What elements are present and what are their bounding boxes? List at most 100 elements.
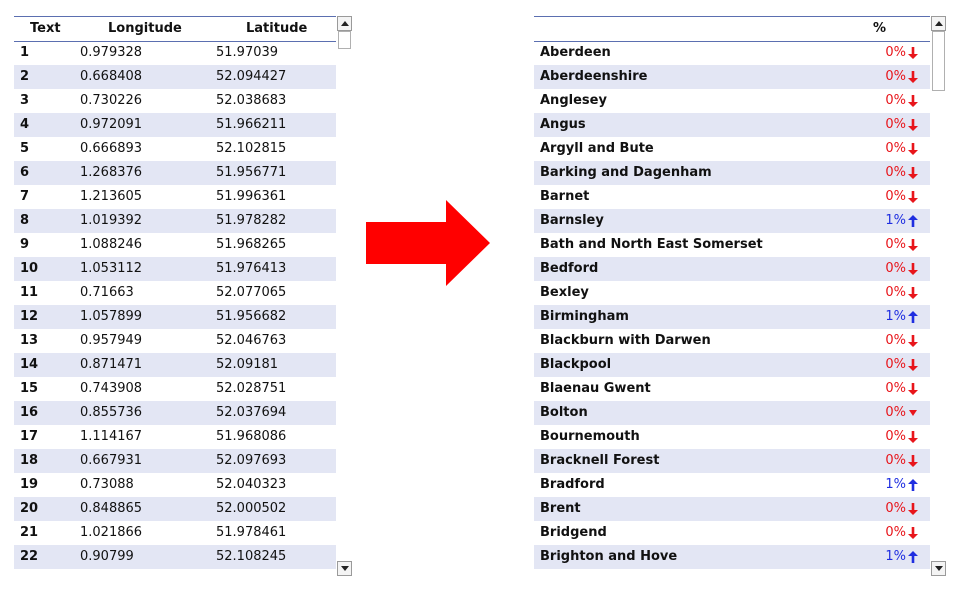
cell-text: 6	[20, 165, 30, 180]
table-row[interactable]: 11 0.71663 52.077065	[14, 281, 336, 305]
table-row[interactable]: Brent 0%	[534, 497, 930, 521]
percent-value: 0%	[885, 357, 906, 372]
table-row[interactable]: 4 0.972091 51.966211	[14, 113, 336, 137]
table-row[interactable]: 19 0.73088 52.040323	[14, 473, 336, 497]
header-latitude[interactable]: Latitude	[246, 21, 307, 36]
coordinates-table-scrollbar[interactable]	[337, 16, 352, 578]
table-row[interactable]: 16 0.855736 52.037694	[14, 401, 336, 425]
table-row[interactable]: 20 0.848865 52.000502	[14, 497, 336, 521]
header-percent[interactable]: %	[873, 21, 886, 36]
table-row[interactable]: 1 0.979328 51.97039	[14, 41, 336, 65]
table-row[interactable]: Aberdeen 0%	[534, 41, 930, 65]
table-row[interactable]: Bedford 0%	[534, 257, 930, 281]
cell-latitude: 51.978282	[216, 213, 287, 228]
trend-arrow-shape	[908, 311, 918, 323]
cell-longitude: 1.213605	[80, 189, 143, 204]
cell-text: 8	[20, 213, 30, 228]
scroll-thumb[interactable]	[338, 31, 351, 49]
table-row[interactable]: Barnet 0%	[534, 185, 930, 209]
table-row[interactable]: Bracknell Forest 0%	[534, 449, 930, 473]
region-name: Brighton and Hove	[540, 549, 678, 564]
table-row[interactable]: Angus 0%	[534, 113, 930, 137]
region-name: Aberdeen	[540, 45, 611, 60]
header-longitude[interactable]: Longitude	[108, 21, 182, 36]
table-row[interactable]: Bexley 0%	[534, 281, 930, 305]
region-name: Barnsley	[540, 213, 604, 228]
percent-value: 0%	[885, 189, 906, 204]
scroll-up-button[interactable]	[931, 16, 946, 31]
table-row[interactable]: Barnsley 1%	[534, 209, 930, 233]
table-row[interactable]: Birmingham 1%	[534, 305, 930, 329]
table-row[interactable]: Brighton and Hove 1%	[534, 545, 930, 569]
table-row[interactable]: 15 0.743908 52.028751	[14, 377, 336, 401]
table-row[interactable]: 8 1.019392 51.978282	[14, 209, 336, 233]
percent-value: 0%	[885, 333, 906, 348]
table-row[interactable]: Anglesey 0%	[534, 89, 930, 113]
table-row[interactable]: Argyll and Bute 0%	[534, 137, 930, 161]
scroll-up-button[interactable]	[337, 16, 352, 31]
table-row[interactable]: 7 1.213605 51.996361	[14, 185, 336, 209]
table-row[interactable]: 3 0.730226 52.038683	[14, 89, 336, 113]
scroll-down-button[interactable]	[931, 561, 946, 576]
cell-latitude: 52.037694	[216, 405, 287, 420]
table-row[interactable]: Bridgend 0%	[534, 521, 930, 545]
table-row[interactable]: 6 1.268376 51.956771	[14, 161, 336, 185]
percent-value: 0%	[885, 45, 906, 60]
region-name: Bedford	[540, 261, 599, 276]
region-name: Brent	[540, 501, 581, 516]
region-name: Blackpool	[540, 357, 612, 372]
cell-longitude: 0.73088	[80, 477, 134, 492]
table-row[interactable]: 22 0.90799 52.108245	[14, 545, 336, 569]
table-row[interactable]: 14 0.871471 52.09181	[14, 353, 336, 377]
cell-latitude: 52.077065	[216, 285, 287, 300]
chevron-up-icon	[341, 21, 349, 26]
region-name: Bridgend	[540, 525, 607, 540]
header-text[interactable]: Text	[30, 21, 61, 36]
cell-latitude: 52.028751	[216, 381, 287, 396]
region-name: Bolton	[540, 405, 588, 420]
cell-latitude: 52.09181	[216, 357, 279, 372]
table-row[interactable]: 18 0.667931 52.097693	[14, 449, 336, 473]
table-row[interactable]: Blackpool 0%	[534, 353, 930, 377]
table-row[interactable]: 10 1.053112 51.976413	[14, 257, 336, 281]
percent-value: 0%	[885, 237, 906, 252]
table-row[interactable]: 21 1.021866 51.978461	[14, 521, 336, 545]
table-row[interactable]: 2 0.668408 52.094427	[14, 65, 336, 89]
table-row[interactable]: Bradford 1%	[534, 473, 930, 497]
percent-value: 0%	[885, 165, 906, 180]
scroll-down-button[interactable]	[337, 561, 352, 576]
table-row[interactable]: Bath and North East Somerset 0%	[534, 233, 930, 257]
table-row[interactable]: Bolton 0%	[534, 401, 930, 425]
trend-arrow-shape	[908, 95, 918, 107]
table-row[interactable]: Bournemouth 0%	[534, 425, 930, 449]
table-row[interactable]: Blackburn with Darwen 0%	[534, 329, 930, 353]
arrow-down-icon	[908, 239, 918, 251]
arrow-down-icon	[908, 143, 918, 155]
cell-longitude: 0.957949	[80, 333, 143, 348]
cell-longitude: 0.743908	[80, 381, 143, 396]
table-row[interactable]: Blaenau Gwent 0%	[534, 377, 930, 401]
percent-value: 0%	[885, 141, 906, 156]
cell-longitude: 0.666893	[80, 141, 143, 156]
table-row[interactable]: Barking and Dagenham 0%	[534, 161, 930, 185]
region-name: Argyll and Bute	[540, 141, 654, 156]
region-name: Bradford	[540, 477, 605, 492]
cell-text: 21	[20, 525, 39, 540]
table-row[interactable]: 12 1.057899 51.956682	[14, 305, 336, 329]
cell-latitude: 52.038683	[216, 93, 287, 108]
table-row[interactable]: 13 0.957949 52.046763	[14, 329, 336, 353]
table-row[interactable]: 17 1.114167 51.968086	[14, 425, 336, 449]
table-row[interactable]: Aberdeenshire 0%	[534, 65, 930, 89]
table-row[interactable]: 9 1.088246 51.968265	[14, 233, 336, 257]
arrow-down-icon	[908, 95, 918, 107]
percent-value: 0%	[885, 525, 906, 540]
scroll-thumb[interactable]	[932, 31, 945, 91]
regions-table-scrollbar[interactable]	[931, 16, 946, 578]
cell-text: 2	[20, 69, 30, 84]
arrow-down-icon	[908, 119, 918, 131]
trend-arrow-shape	[908, 143, 918, 155]
table-row[interactable]: 5 0.666893 52.102815	[14, 137, 336, 161]
trend-arrow-shape	[908, 551, 918, 563]
region-name: Bexley	[540, 285, 589, 300]
cell-longitude: 0.855736	[80, 405, 143, 420]
